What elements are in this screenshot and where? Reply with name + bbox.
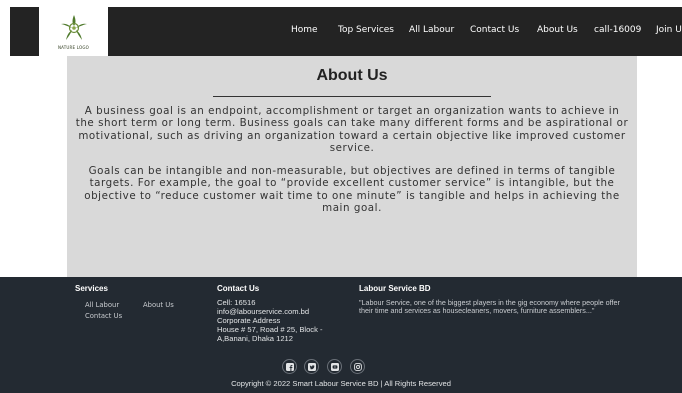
site-header: NATURE LOGO Home Top Services All Labour…	[10, 7, 682, 56]
footer-link-contact-us[interactable]: Contact Us	[85, 312, 122, 320]
footer-contact-heading: Contact Us	[217, 284, 260, 293]
youtube-button[interactable]	[327, 359, 342, 374]
about-section: About Us A business goal is an endpoint,…	[67, 56, 637, 277]
nav-call[interactable]: call-16009	[594, 25, 641, 35]
youtube-icon	[330, 362, 339, 371]
twitter-button[interactable]	[304, 359, 319, 374]
footer-about-heading: Labour Service BD	[359, 284, 431, 293]
about-paragraph-2: Goals can be intangible and non-measurab…	[84, 165, 620, 215]
main-nav: Home Top Services All Labour Contact Us …	[10, 7, 682, 56]
copyright-notice: Copyright © 2022 Smart Labour Service BD…	[231, 379, 451, 388]
instagram-icon	[353, 362, 362, 371]
footer-address-line2: A,Banani, Dhaka 1212	[217, 334, 293, 343]
nav-about-us[interactable]: About Us	[537, 25, 578, 35]
footer-services-heading: Services	[75, 284, 108, 293]
twitter-icon	[307, 362, 316, 371]
footer-link-all-labour[interactable]: All Labour	[85, 301, 119, 309]
nav-all-labour[interactable]: All Labour	[409, 25, 454, 35]
footer-about-quote: "Labour Service, one of the biggest play…	[359, 298, 620, 316]
page-title: About Us	[316, 67, 388, 84]
nav-join-us[interactable]: Join Us	[656, 25, 682, 35]
nav-top-services[interactable]: Top Services	[338, 25, 394, 35]
footer-link-about-us[interactable]: About Us	[143, 301, 174, 309]
site-footer: Services All Labour About Us Contact Us …	[0, 277, 682, 393]
facebook-button[interactable]	[282, 359, 297, 374]
about-paragraph-1: A business goal is an endpoint, accompli…	[75, 105, 629, 155]
nav-home[interactable]: Home	[291, 25, 318, 35]
facebook-icon	[285, 362, 294, 371]
instagram-button[interactable]	[350, 359, 365, 374]
nav-contact-us[interactable]: Contact Us	[470, 25, 519, 35]
title-divider	[213, 96, 491, 97]
